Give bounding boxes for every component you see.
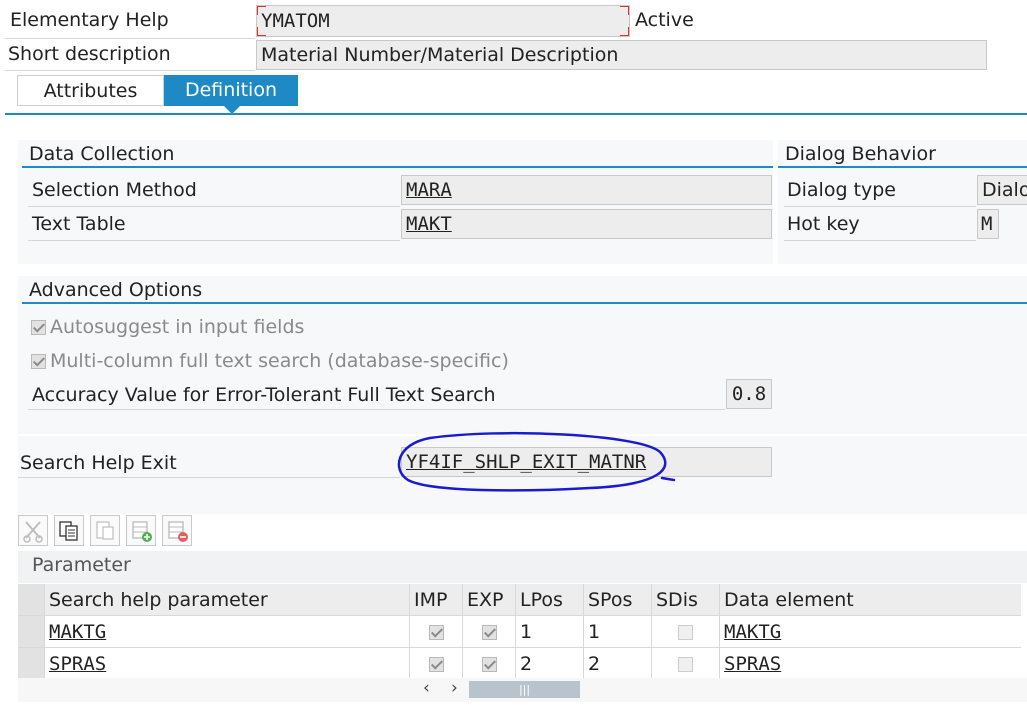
multicolumn-option[interactable]: Multi-column full text search (database-… — [31, 350, 509, 372]
delete-row-icon — [168, 521, 188, 542]
multicolumn-label: Multi-column full text search (database-… — [50, 350, 509, 372]
exp-cell — [462, 615, 516, 648]
spos-cell[interactable]: 1 — [583, 615, 652, 648]
autosuggest-option[interactable]: Autosuggest in input fields — [31, 316, 304, 338]
scroll-thumb-grip: ||| — [518, 683, 531, 696]
short-description-label: Short description — [8, 43, 171, 65]
tab-attributes[interactable]: Attributes — [17, 75, 164, 106]
cut-button[interactable] — [18, 515, 48, 546]
imp-cell — [409, 615, 463, 648]
required-corner-marker — [257, 6, 266, 15]
advanced-options-header: Advanced Options — [22, 278, 1027, 304]
column-header[interactable]: IMP — [409, 584, 463, 616]
row-selector[interactable] — [18, 615, 45, 648]
hot-key-field[interactable]: M — [977, 209, 999, 239]
lpos-cell[interactable]: 2 — [515, 647, 584, 680]
param-cell[interactable]: SPRAS — [44, 647, 410, 680]
accuracy-field[interactable]: 0.8 — [726, 379, 772, 409]
selection-method-label: Selection Method — [32, 179, 197, 201]
row-selector[interactable] — [18, 647, 45, 680]
search-help-exit-label: Search Help Exit — [20, 452, 177, 474]
cut-icon — [23, 521, 43, 543]
data-element-link[interactable]: MAKTG — [724, 621, 781, 643]
elementary-help-label: Elementary Help — [10, 9, 169, 31]
sdis-checkbox[interactable] — [678, 656, 693, 672]
autosuggest-checkbox[interactable] — [31, 320, 46, 335]
imp-checkbox[interactable] — [428, 656, 444, 672]
status-text: Active — [635, 9, 694, 31]
parameter-table: Search help parameter IMP EXP LPos SPos … — [18, 584, 1021, 680]
multicolumn-checkbox[interactable] — [31, 354, 46, 369]
table-row: MAKTG 1 1 MAKTG — [18, 615, 1021, 648]
search-help-name-value: YMATOM — [261, 10, 330, 32]
scroll-thumb[interactable]: ||| — [469, 681, 580, 698]
column-header[interactable]: Data element — [719, 584, 1021, 616]
data-collection-header: Data Collection — [22, 142, 773, 168]
spos-cell[interactable]: 2 — [583, 647, 652, 680]
short-description-field[interactable]: Material Number/Material Description — [256, 40, 987, 70]
paste-button[interactable] — [90, 515, 120, 546]
copy-button[interactable] — [54, 515, 84, 546]
required-corner-marker — [620, 6, 629, 15]
parameter-table-title: Parameter — [32, 554, 131, 576]
required-corner-marker — [620, 27, 629, 36]
autosuggest-label: Autosuggest in input fields — [50, 316, 305, 338]
imp-checkbox[interactable] — [428, 624, 444, 640]
text-table-field[interactable]: MAKT — [401, 209, 772, 239]
dialog-behavior-header: Dialog Behavior — [778, 142, 1027, 168]
data-collection-title: Data Collection — [29, 143, 175, 165]
dialog-type-label: Dialog type — [787, 179, 896, 201]
dialog-type-field[interactable]: Dialo — [977, 175, 1027, 205]
table-row: SPRAS 2 2 SPRAS — [18, 647, 1021, 680]
column-header[interactable]: SDis — [651, 584, 720, 616]
scroll-left-button[interactable]: ‹ — [423, 678, 430, 698]
delete-row-button[interactable] — [162, 515, 192, 546]
active-tab-pointer — [224, 106, 240, 114]
insert-row-button[interactable] — [126, 515, 156, 546]
data-element-link[interactable]: SPRAS — [724, 653, 781, 675]
dialog-behavior-title: Dialog Behavior — [785, 143, 936, 165]
exp-cell — [462, 647, 516, 680]
exp-checkbox[interactable] — [481, 656, 497, 672]
column-header[interactable]: LPos — [515, 584, 584, 616]
column-header[interactable]: Search help parameter — [44, 584, 410, 616]
text-table-label: Text Table — [32, 213, 126, 235]
table-header-row: Search help parameter IMP EXP LPos SPos … — [18, 584, 1021, 616]
lpos-cell[interactable]: 1 — [515, 615, 584, 648]
data-element-cell[interactable]: SPRAS — [719, 647, 1021, 680]
search-help-name-field[interactable]: YMATOM — [256, 5, 630, 37]
copy-icon — [59, 521, 78, 541]
scroll-right-button[interactable]: › — [451, 678, 458, 698]
hot-key-label: Hot key — [787, 213, 860, 235]
paste-icon — [96, 521, 114, 540]
data-element-cell[interactable]: MAKTG — [719, 615, 1021, 648]
selection-method-field[interactable]: MARA — [401, 175, 772, 205]
required-corner-marker — [257, 27, 266, 36]
sdis-checkbox[interactable] — [678, 624, 693, 640]
column-header[interactable]: EXP — [462, 584, 516, 616]
tab-definition[interactable]: Definition — [164, 75, 298, 106]
text-table-value[interactable]: MAKT — [406, 213, 452, 235]
param-cell[interactable]: MAKTG — [44, 615, 410, 648]
hand-drawn-circle-annotation — [397, 431, 676, 492]
param-link[interactable]: MAKTG — [49, 621, 106, 643]
parameter-table-titlebar: Parameter — [18, 551, 1027, 583]
imp-cell — [409, 647, 463, 680]
horizontal-scrollbar[interactable]: ‹ › ||| — [18, 678, 1027, 702]
sdis-cell — [651, 615, 720, 648]
insert-row-icon — [132, 521, 152, 542]
sdis-cell — [651, 647, 720, 680]
accuracy-label: Accuracy Value for Error-Tolerant Full T… — [32, 384, 496, 406]
selection-method-value[interactable]: MARA — [406, 179, 452, 201]
exp-checkbox[interactable] — [481, 624, 497, 640]
tab-strip-underline — [5, 113, 1027, 115]
column-header[interactable]: SPos — [583, 584, 652, 616]
param-link[interactable]: SPRAS — [49, 653, 106, 675]
advanced-options-title: Advanced Options — [29, 279, 203, 301]
row-selector-header[interactable] — [18, 584, 45, 616]
